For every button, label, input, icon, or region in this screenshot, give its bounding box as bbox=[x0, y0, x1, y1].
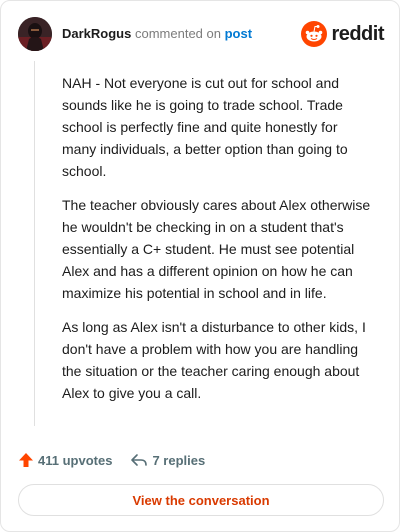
replies-button[interactable]: 7 replies bbox=[130, 452, 205, 468]
reply-count: 7 replies bbox=[152, 452, 206, 468]
comment-header: DarkRogus commented on post reddit bbox=[18, 17, 384, 51]
avatar-image bbox=[18, 17, 52, 51]
reddit-logo[interactable]: reddit bbox=[301, 20, 384, 48]
comment-paragraph-1: NAH - Not everyone is cut out for school… bbox=[62, 75, 348, 179]
view-conversation-button[interactable]: View the conversation bbox=[18, 484, 384, 516]
upvote-count: 411 upvotes bbox=[38, 452, 113, 468]
reddit-wordmark: reddit bbox=[331, 22, 384, 45]
comment-card: DarkRogus commented on post reddit NAH -… bbox=[0, 0, 400, 532]
thread-line bbox=[34, 61, 35, 426]
comment-verb: commented on bbox=[134, 26, 221, 41]
view-conversation-label: View the conversation bbox=[132, 492, 270, 508]
reddit-snoo-icon bbox=[301, 21, 328, 47]
upvote-arrow-icon bbox=[19, 453, 33, 467]
upvote-button[interactable]: 411 upvotes bbox=[18, 452, 112, 468]
username[interactable]: DarkRogus bbox=[62, 26, 131, 41]
post-link[interactable]: post bbox=[225, 26, 252, 41]
comment-meta: DarkRogus commented on post bbox=[62, 26, 252, 41]
comment-actions: 411 upvotes 7 replies bbox=[18, 449, 205, 471]
reply-arrow-icon bbox=[131, 454, 148, 466]
avatar[interactable] bbox=[18, 17, 52, 51]
comment-paragraph-3: As long as Alex isn't a disturbance to o… bbox=[62, 319, 366, 401]
comment-body: NAH - Not everyone is cut out for school… bbox=[62, 72, 374, 416]
comment-paragraph-2: The teacher obviously cares about Alex o… bbox=[62, 197, 371, 301]
